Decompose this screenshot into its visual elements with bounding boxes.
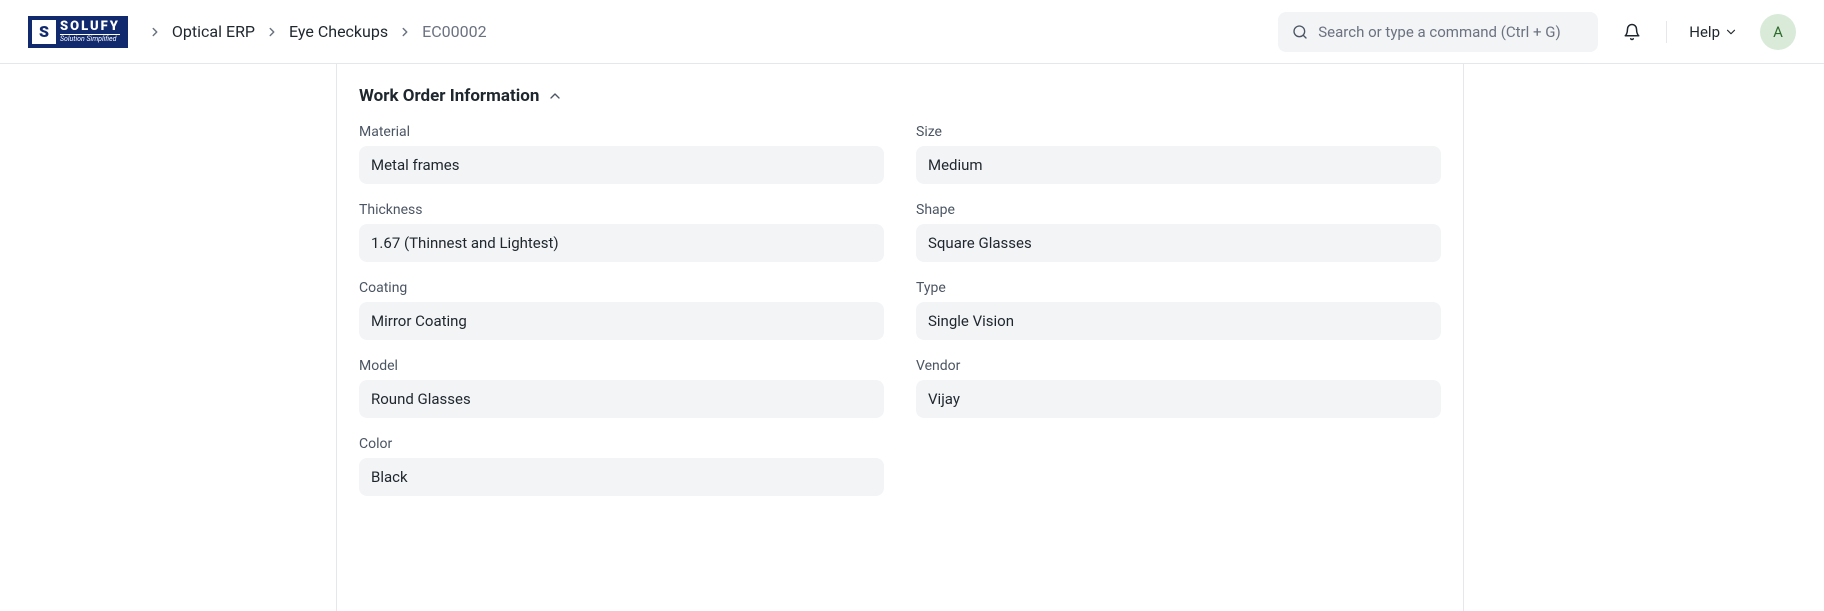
field-label: Vendor — [916, 358, 1441, 374]
color-input[interactable]: Black — [359, 458, 884, 496]
field-size: Size Medium — [916, 124, 1441, 184]
content: Work Order Information Material Metal fr… — [337, 64, 1463, 611]
field-type: Type Single Vision — [916, 280, 1441, 340]
chevron-right-icon — [142, 25, 168, 39]
field-vendor: Vendor Vijay — [916, 358, 1441, 418]
section-header[interactable]: Work Order Information — [359, 86, 563, 106]
material-input[interactable]: Metal frames — [359, 146, 884, 184]
field-color: Color Black — [359, 436, 884, 496]
thickness-input[interactable]: 1.67 (Thinnest and Lightest) — [359, 224, 884, 262]
left-sidebar — [0, 64, 337, 611]
right-sidebar — [1463, 64, 1525, 611]
shape-input[interactable]: Square Glasses — [916, 224, 1441, 262]
logo[interactable]: S SOLUFY Solution Simplified — [28, 16, 128, 48]
chevron-up-icon — [547, 88, 563, 104]
search-bar[interactable]: Search or type a command (Ctrl + G) — [1278, 12, 1598, 52]
avatar[interactable]: A — [1760, 14, 1796, 50]
chevron-right-icon — [392, 25, 418, 39]
notifications-button[interactable] — [1614, 14, 1650, 50]
divider — [1666, 21, 1667, 43]
field-shape: Shape Square Glasses — [916, 202, 1441, 262]
form-column-left: Material Metal frames Thickness 1.67 (Th… — [359, 124, 884, 514]
field-coating: Coating Mirror Coating — [359, 280, 884, 340]
breadcrumb-current: EC00002 — [418, 22, 490, 41]
logo-tagline: Solution Simplified — [60, 34, 120, 43]
logo-name: SOLUFY — [60, 20, 120, 33]
main-layout: Work Order Information Material Metal fr… — [0, 64, 1824, 611]
bell-icon — [1623, 23, 1641, 41]
field-thickness: Thickness 1.67 (Thinnest and Lightest) — [359, 202, 884, 262]
header-right: Search or type a command (Ctrl + G) Help… — [1278, 12, 1796, 52]
type-input[interactable]: Single Vision — [916, 302, 1441, 340]
coating-input[interactable]: Mirror Coating — [359, 302, 884, 340]
breadcrumb: Optical ERP Eye Checkups EC00002 — [142, 22, 491, 41]
breadcrumb-optical-erp[interactable]: Optical ERP — [168, 22, 259, 41]
field-label: Type — [916, 280, 1441, 296]
size-input[interactable]: Medium — [916, 146, 1441, 184]
form-column-right: Size Medium Shape Square Glasses Type Si… — [916, 124, 1441, 514]
field-label: Color — [359, 436, 884, 452]
field-material: Material Metal frames — [359, 124, 884, 184]
app-header: S SOLUFY Solution Simplified Optical ERP… — [0, 0, 1824, 64]
breadcrumb-eye-checkups[interactable]: Eye Checkups — [285, 22, 392, 41]
field-label: Model — [359, 358, 884, 374]
field-label: Shape — [916, 202, 1441, 218]
chevron-down-icon — [1724, 25, 1738, 39]
form-grid: Material Metal frames Thickness 1.67 (Th… — [359, 124, 1441, 514]
field-label: Coating — [359, 280, 884, 296]
help-label: Help — [1689, 23, 1720, 41]
vendor-input[interactable]: Vijay — [916, 380, 1441, 418]
model-input[interactable]: Round Glasses — [359, 380, 884, 418]
field-model: Model Round Glasses — [359, 358, 884, 418]
logo-mark: S — [32, 20, 56, 44]
section-title: Work Order Information — [359, 86, 539, 106]
field-label: Size — [916, 124, 1441, 140]
header-left: S SOLUFY Solution Simplified Optical ERP… — [28, 16, 491, 48]
field-label: Thickness — [359, 202, 884, 218]
search-icon — [1292, 24, 1308, 40]
help-menu[interactable]: Help — [1683, 19, 1744, 45]
chevron-right-icon — [259, 25, 285, 39]
field-label: Material — [359, 124, 884, 140]
search-placeholder: Search or type a command (Ctrl + G) — [1318, 23, 1560, 41]
